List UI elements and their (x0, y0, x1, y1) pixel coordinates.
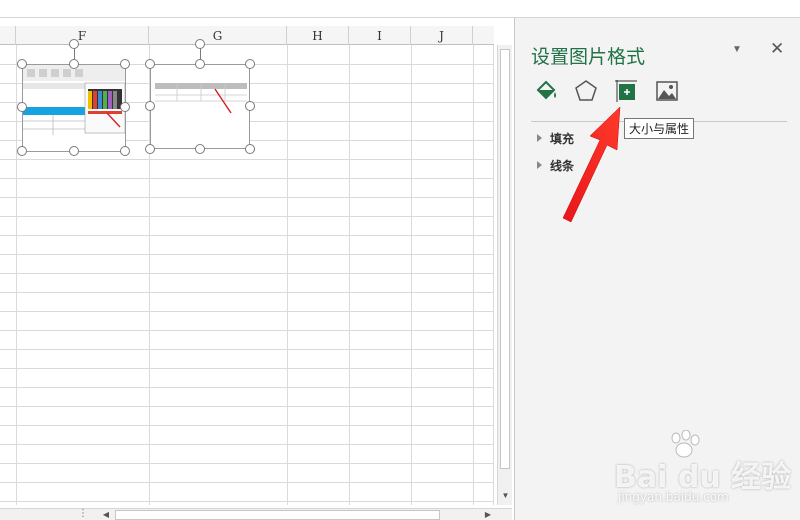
app-window: F G H I J ▼ ⋮ ◀ ▶ 设置图片格式 ▼ ✕ 填充 线条 大小与属性… (0, 0, 800, 520)
watermark: Bai du 经验 jingyan.baidu.com (612, 430, 792, 510)
watermark-url: jingyan.baidu.com (618, 490, 729, 504)
